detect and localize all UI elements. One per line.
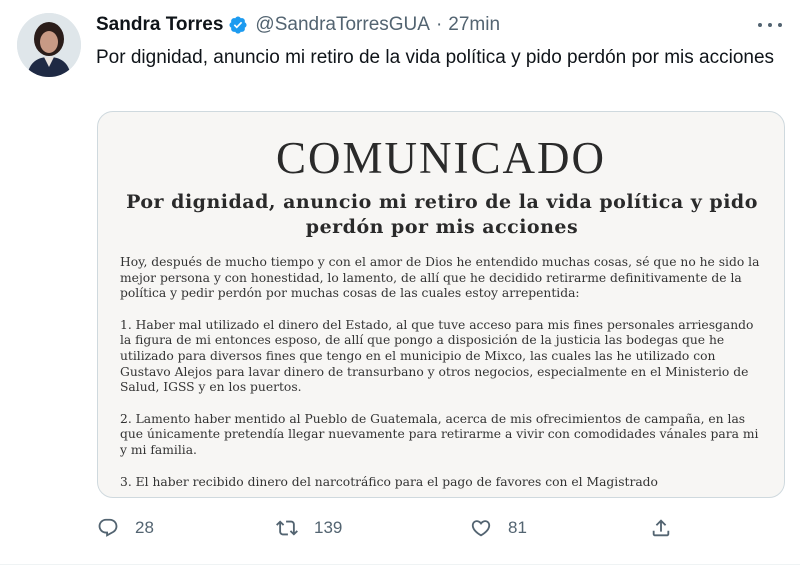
document-paragraph: Hoy, después de mucho tiempo y con el am… xyxy=(120,255,760,301)
reply-button[interactable]: 28 xyxy=(97,514,154,542)
retweet-button[interactable]: 139 xyxy=(276,514,342,542)
more-horizontal-icon[interactable] xyxy=(758,16,782,34)
verified-badge-icon xyxy=(228,15,248,35)
tweet-header: Sandra Torres @SandraTorresGUA · 27min xyxy=(96,13,500,37)
document-paragraph: 1. Haber mal utilizado el dinero del Est… xyxy=(120,317,754,395)
retweet-count: 139 xyxy=(314,518,343,537)
like-count: 81 xyxy=(508,518,527,537)
document-paragraph: 2. Lamento haber mentido al Pueblo de Gu… xyxy=(120,411,759,457)
share-button[interactable] xyxy=(650,514,672,542)
document-body: Hoy, después de mucho tiempo y con el am… xyxy=(120,255,760,497)
author-name[interactable]: Sandra Torres xyxy=(96,14,223,36)
avatar-image xyxy=(17,13,81,77)
tweet[interactable]: Sandra Torres @SandraTorresGUA · 27min P… xyxy=(0,0,800,565)
retweet-icon xyxy=(276,520,298,536)
reply-icon xyxy=(98,518,118,537)
tweet-actions: 28 139 81 xyxy=(97,514,677,542)
reply-count: 28 xyxy=(135,518,154,537)
tweet-media-image[interactable]: COMUNICADO Por dignidad, anuncio mi reti… xyxy=(97,111,785,498)
timestamp[interactable]: 27min xyxy=(448,14,500,36)
document-title: COMUNICADO xyxy=(275,133,606,183)
document-paragraph: 3. El haber recibido dinero del narcotrá… xyxy=(120,474,658,489)
communique-document: COMUNICADO Por dignidad, anuncio mi reti… xyxy=(98,112,784,497)
separator-dot: · xyxy=(435,14,443,35)
document-subtitle: Por dignidad, anuncio mi retiro de la vi… xyxy=(126,191,758,238)
avatar[interactable] xyxy=(17,13,81,77)
tweet-text: Por dignidad, anuncio mi retiro de la vi… xyxy=(96,47,775,68)
like-button[interactable]: 81 xyxy=(470,514,527,542)
share-icon xyxy=(652,519,670,537)
author-handle[interactable]: @SandraTorresGUA xyxy=(255,14,430,36)
heart-icon xyxy=(471,520,491,537)
